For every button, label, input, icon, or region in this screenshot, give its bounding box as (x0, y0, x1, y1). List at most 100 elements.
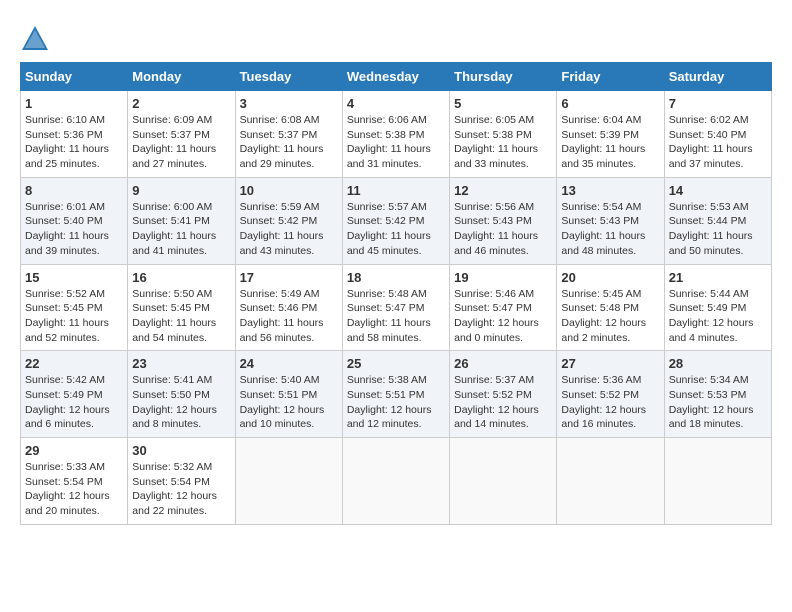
day-info: Sunrise: 5:57 AM Sunset: 5:42 PM Dayligh… (347, 200, 445, 259)
day-info: Sunrise: 6:02 AM Sunset: 5:40 PM Dayligh… (669, 113, 767, 172)
calendar-cell: 4 Sunrise: 6:06 AM Sunset: 5:38 PM Daylig… (342, 91, 449, 178)
weekday-header: Friday (557, 63, 664, 91)
calendar-cell: 8 Sunrise: 6:01 AM Sunset: 5:40 PM Daylig… (21, 177, 128, 264)
calendar-cell: 1 Sunrise: 6:10 AM Sunset: 5:36 PM Daylig… (21, 91, 128, 178)
day-info: Sunrise: 5:32 AM Sunset: 5:54 PM Dayligh… (132, 460, 230, 519)
day-info: Sunrise: 6:06 AM Sunset: 5:38 PM Dayligh… (347, 113, 445, 172)
calendar-cell: 13 Sunrise: 5:54 AM Sunset: 5:43 PM Dayli… (557, 177, 664, 264)
day-info: Sunrise: 6:09 AM Sunset: 5:37 PM Dayligh… (132, 113, 230, 172)
day-number: 28 (669, 356, 767, 371)
day-number: 17 (240, 270, 338, 285)
calendar-cell: 9 Sunrise: 6:00 AM Sunset: 5:41 PM Daylig… (128, 177, 235, 264)
weekday-header: Monday (128, 63, 235, 91)
day-info: Sunrise: 6:04 AM Sunset: 5:39 PM Dayligh… (561, 113, 659, 172)
calendar-cell: 16 Sunrise: 5:50 AM Sunset: 5:45 PM Dayli… (128, 264, 235, 351)
logo (20, 24, 54, 54)
day-number: 1 (25, 96, 123, 111)
calendar-cell: 15 Sunrise: 5:52 AM Sunset: 5:45 PM Dayli… (21, 264, 128, 351)
day-info: Sunrise: 5:45 AM Sunset: 5:48 PM Dayligh… (561, 287, 659, 346)
calendar-cell (557, 438, 664, 525)
calendar-week-row: 8 Sunrise: 6:01 AM Sunset: 5:40 PM Daylig… (21, 177, 772, 264)
day-number: 15 (25, 270, 123, 285)
day-number: 16 (132, 270, 230, 285)
day-info: Sunrise: 5:33 AM Sunset: 5:54 PM Dayligh… (25, 460, 123, 519)
day-info: Sunrise: 5:38 AM Sunset: 5:51 PM Dayligh… (347, 373, 445, 432)
day-number: 19 (454, 270, 552, 285)
weekday-header: Saturday (664, 63, 771, 91)
logo-icon (20, 24, 50, 54)
calendar-cell: 12 Sunrise: 5:56 AM Sunset: 5:43 PM Dayli… (450, 177, 557, 264)
day-number: 26 (454, 356, 552, 371)
day-number: 13 (561, 183, 659, 198)
day-info: Sunrise: 5:40 AM Sunset: 5:51 PM Dayligh… (240, 373, 338, 432)
day-number: 3 (240, 96, 338, 111)
day-info: Sunrise: 6:10 AM Sunset: 5:36 PM Dayligh… (25, 113, 123, 172)
calendar-cell: 19 Sunrise: 5:46 AM Sunset: 5:47 PM Dayli… (450, 264, 557, 351)
calendar-week-row: 22Sunrise: 5:42 AM Sunset: 5:49 PM Dayli… (21, 351, 772, 438)
calendar-cell: 3 Sunrise: 6:08 AM Sunset: 5:37 PM Daylig… (235, 91, 342, 178)
calendar-cell (342, 438, 449, 525)
day-info: Sunrise: 5:54 AM Sunset: 5:43 PM Dayligh… (561, 200, 659, 259)
day-number: 11 (347, 183, 445, 198)
day-info: Sunrise: 5:56 AM Sunset: 5:43 PM Dayligh… (454, 200, 552, 259)
calendar-cell: 21 Sunrise: 5:44 AM Sunset: 5:49 PM Dayli… (664, 264, 771, 351)
header (20, 20, 772, 54)
day-info: Sunrise: 5:46 AM Sunset: 5:47 PM Dayligh… (454, 287, 552, 346)
calendar-week-row: 29 Sunrise: 5:33 AM Sunset: 5:54 PM Dayli… (21, 438, 772, 525)
day-number: 8 (25, 183, 123, 198)
calendar-cell: 11 Sunrise: 5:57 AM Sunset: 5:42 PM Dayli… (342, 177, 449, 264)
day-number: 27 (561, 356, 659, 371)
day-number: 24 (240, 356, 338, 371)
day-number: 5 (454, 96, 552, 111)
calendar-cell: 5 Sunrise: 6:05 AM Sunset: 5:38 PM Daylig… (450, 91, 557, 178)
calendar-cell (450, 438, 557, 525)
day-number: 9 (132, 183, 230, 198)
day-number: 12 (454, 183, 552, 198)
day-number: 22 (25, 356, 123, 371)
calendar-cell: 30 Sunrise: 5:32 AM Sunset: 5:54 PM Dayli… (128, 438, 235, 525)
day-number: 2 (132, 96, 230, 111)
day-number: 23 (132, 356, 230, 371)
day-number: 7 (669, 96, 767, 111)
calendar-cell: 7 Sunrise: 6:02 AM Sunset: 5:40 PM Daylig… (664, 91, 771, 178)
calendar-cell: 14Sunrise: 5:53 AM Sunset: 5:44 PM Dayli… (664, 177, 771, 264)
calendar-cell (235, 438, 342, 525)
weekday-header: Sunday (21, 63, 128, 91)
calendar-cell (664, 438, 771, 525)
day-info: Sunrise: 5:52 AM Sunset: 5:45 PM Dayligh… (25, 287, 123, 346)
day-info: Sunrise: 6:08 AM Sunset: 5:37 PM Dayligh… (240, 113, 338, 172)
day-info: Sunrise: 5:49 AM Sunset: 5:46 PM Dayligh… (240, 287, 338, 346)
day-info: Sunrise: 5:53 AM Sunset: 5:44 PM Dayligh… (669, 200, 767, 259)
calendar-header-row: SundayMondayTuesdayWednesdayThursdayFrid… (21, 63, 772, 91)
calendar-cell: 6Sunrise: 6:04 AM Sunset: 5:39 PM Daylig… (557, 91, 664, 178)
day-number: 30 (132, 443, 230, 458)
calendar-table: SundayMondayTuesdayWednesdayThursdayFrid… (20, 62, 772, 525)
calendar-week-row: 15 Sunrise: 5:52 AM Sunset: 5:45 PM Dayli… (21, 264, 772, 351)
day-info: Sunrise: 5:59 AM Sunset: 5:42 PM Dayligh… (240, 200, 338, 259)
calendar-cell: 24 Sunrise: 5:40 AM Sunset: 5:51 PM Dayli… (235, 351, 342, 438)
day-number: 29 (25, 443, 123, 458)
calendar-cell: 27 Sunrise: 5:36 AM Sunset: 5:52 PM Dayli… (557, 351, 664, 438)
day-info: Sunrise: 6:01 AM Sunset: 5:40 PM Dayligh… (25, 200, 123, 259)
day-info: Sunrise: 5:44 AM Sunset: 5:49 PM Dayligh… (669, 287, 767, 346)
day-number: 20 (561, 270, 659, 285)
day-info: Sunrise: 5:50 AM Sunset: 5:45 PM Dayligh… (132, 287, 230, 346)
calendar-week-row: 1 Sunrise: 6:10 AM Sunset: 5:36 PM Daylig… (21, 91, 772, 178)
day-info: Sunrise: 6:00 AM Sunset: 5:41 PM Dayligh… (132, 200, 230, 259)
day-number: 21 (669, 270, 767, 285)
day-info: Sunrise: 5:48 AM Sunset: 5:47 PM Dayligh… (347, 287, 445, 346)
weekday-header: Thursday (450, 63, 557, 91)
calendar-cell: 25 Sunrise: 5:38 AM Sunset: 5:51 PM Dayli… (342, 351, 449, 438)
day-number: 4 (347, 96, 445, 111)
calendar-cell: 10Sunrise: 5:59 AM Sunset: 5:42 PM Dayli… (235, 177, 342, 264)
day-number: 25 (347, 356, 445, 371)
day-info: Sunrise: 5:37 AM Sunset: 5:52 PM Dayligh… (454, 373, 552, 432)
calendar-cell: 18Sunrise: 5:48 AM Sunset: 5:47 PM Dayli… (342, 264, 449, 351)
day-info: Sunrise: 5:36 AM Sunset: 5:52 PM Dayligh… (561, 373, 659, 432)
weekday-header: Wednesday (342, 63, 449, 91)
day-info: Sunrise: 6:05 AM Sunset: 5:38 PM Dayligh… (454, 113, 552, 172)
calendar-cell: 17 Sunrise: 5:49 AM Sunset: 5:46 PM Dayli… (235, 264, 342, 351)
calendar-cell: 28Sunrise: 5:34 AM Sunset: 5:53 PM Dayli… (664, 351, 771, 438)
weekday-header: Tuesday (235, 63, 342, 91)
calendar-cell: 23Sunrise: 5:41 AM Sunset: 5:50 PM Dayli… (128, 351, 235, 438)
